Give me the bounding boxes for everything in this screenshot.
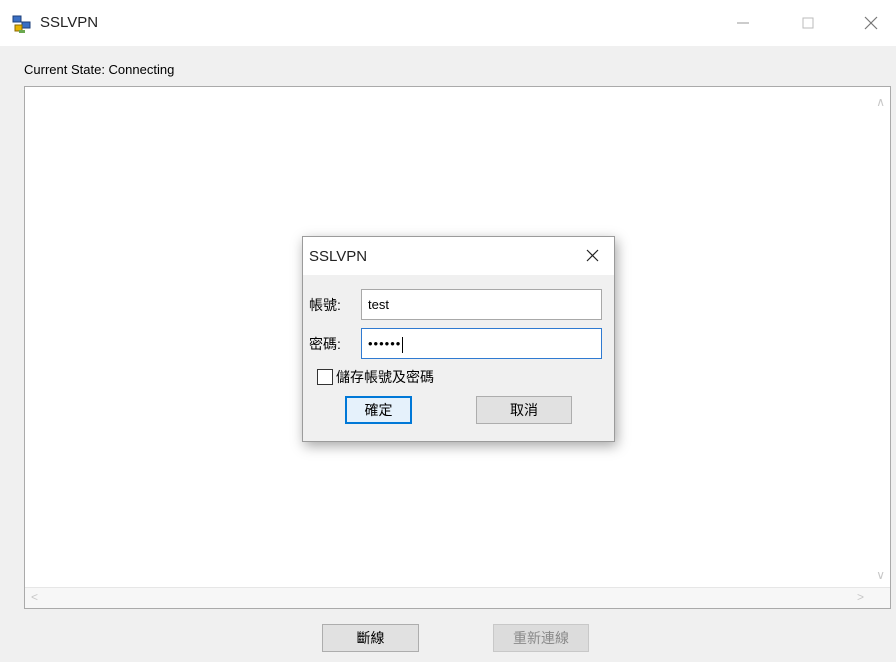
maximize-icon xyxy=(802,17,814,29)
dialog-close-button[interactable] xyxy=(582,245,602,265)
dialog-title: SSLVPN xyxy=(309,248,368,265)
scroll-left-icon[interactable]: < xyxy=(31,590,38,604)
scroll-down-icon[interactable]: ∨ xyxy=(876,568,885,582)
network-computers-icon xyxy=(12,14,32,34)
disconnect-button[interactable]: 斷線 xyxy=(322,624,419,652)
cancel-button[interactable]: 取消 xyxy=(476,396,572,424)
connection-status: Current State: Connecting xyxy=(24,62,175,77)
minimize-button[interactable] xyxy=(720,8,766,38)
checkbox-box[interactable] xyxy=(317,369,333,385)
reconnect-button[interactable]: 重新連線 xyxy=(493,624,589,652)
ok-button[interactable]: 確定 xyxy=(345,396,412,424)
scroll-up-icon[interactable]: ∧ xyxy=(876,95,885,109)
login-dialog: SSLVPN 帳號: test 密碼: •••••• 儲存帳號及密碼 確定 取消 xyxy=(302,236,615,442)
close-icon xyxy=(864,16,878,30)
password-field[interactable]: •••••• xyxy=(361,328,602,359)
password-label: 密碼: xyxy=(309,336,341,352)
scroll-right-icon[interactable]: > xyxy=(857,590,864,604)
minimize-icon xyxy=(737,22,749,24)
close-icon xyxy=(586,249,598,261)
maximize-button[interactable] xyxy=(785,8,831,38)
window-title: SSLVPN xyxy=(40,14,99,31)
remember-credentials-label: 儲存帳號及密碼 xyxy=(336,369,434,385)
close-button[interactable] xyxy=(848,8,894,38)
horizontal-scrollbar[interactable]: < > xyxy=(25,587,890,608)
password-value: •••••• xyxy=(368,336,402,351)
remember-credentials-checkbox[interactable]: 儲存帳號及密碼 xyxy=(317,367,434,387)
username-value: test xyxy=(368,297,389,312)
title-bar: SSLVPN xyxy=(0,0,896,46)
text-caret xyxy=(402,336,404,353)
username-label: 帳號: xyxy=(309,297,341,313)
username-field[interactable]: test xyxy=(361,289,602,320)
dialog-title-bar: SSLVPN xyxy=(303,237,614,275)
